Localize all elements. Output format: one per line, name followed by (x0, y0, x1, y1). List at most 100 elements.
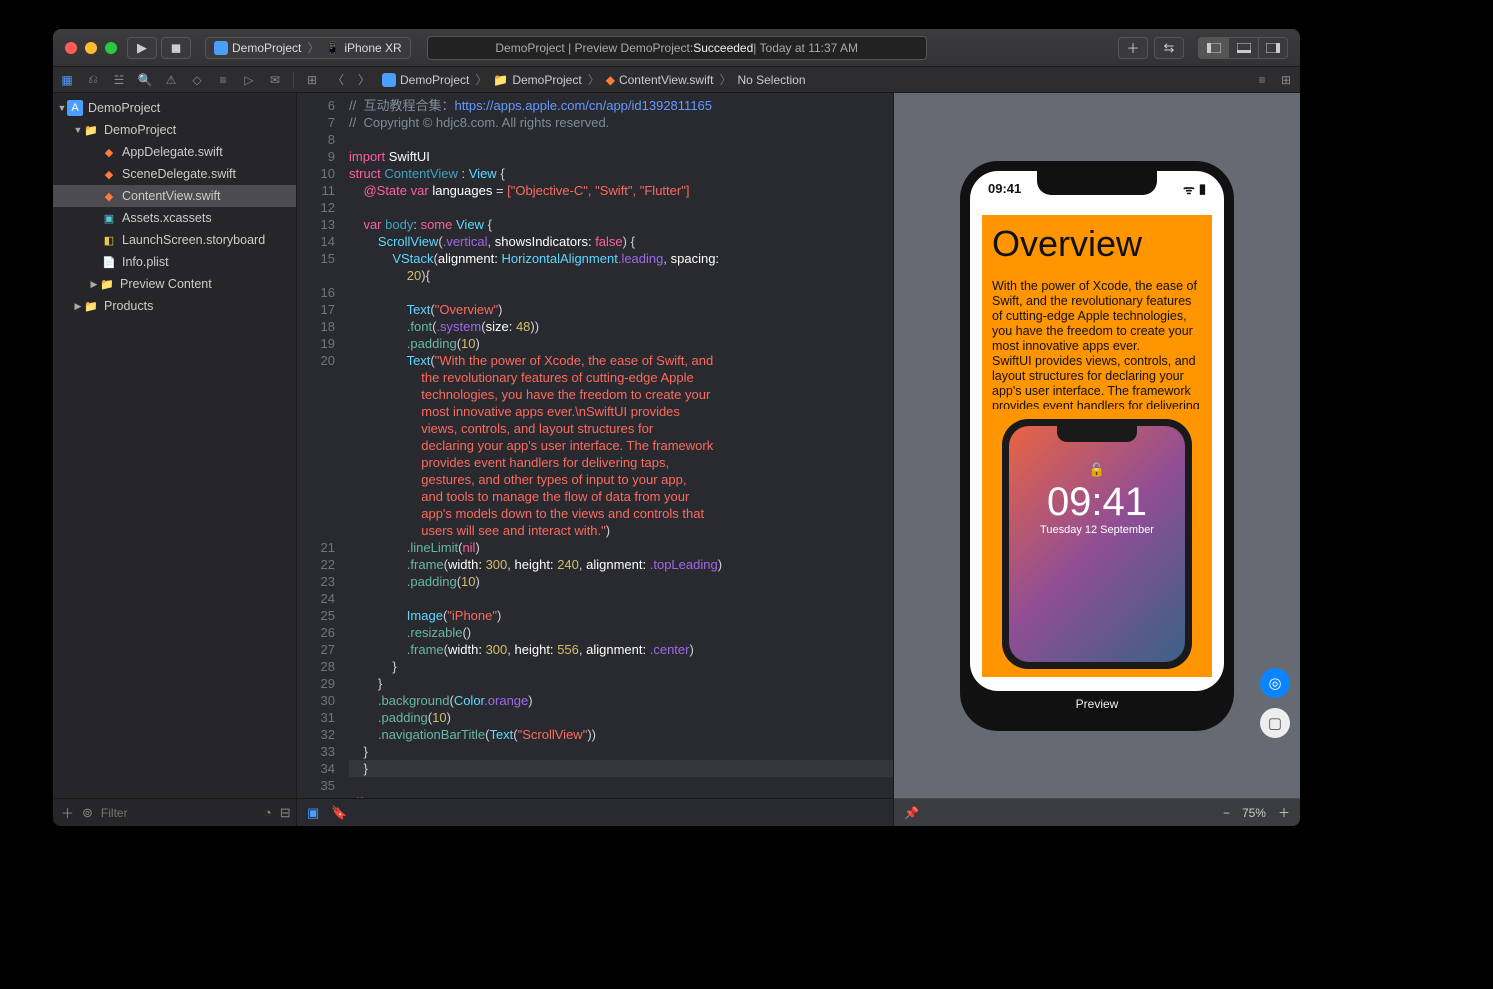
tree-file-row[interactable]: ◆ SceneDelegate.swift (53, 163, 296, 185)
tree-file-row[interactable]: 📄 Info.plist (53, 251, 296, 273)
battery-icon: ▮ (1199, 181, 1206, 197)
lock-icon: 🔓 (1089, 462, 1105, 478)
tree-file-label: SceneDelegate.swift (122, 167, 236, 181)
tree-folder-label: Products (104, 299, 153, 313)
device-frame: 09:41 ᯤ▮ Overview With the power of Xcod… (960, 161, 1234, 731)
zoom-out-button[interactable]: − (1223, 806, 1230, 820)
tree-folder-row[interactable]: ▶📁Products (53, 295, 296, 317)
scheme-app-label: DemoProject (232, 41, 301, 55)
source-text[interactable]: // 互动教程合集：https://apps.apple.com/cn/app/… (345, 93, 893, 798)
tree-file-label: Assets.xcassets (122, 211, 212, 225)
minimize-window-button[interactable] (85, 42, 97, 54)
tag-icon[interactable]: 🔖 (331, 805, 347, 821)
inner-phone-screen: 🔓 09:41 Tuesday 12 September (1009, 426, 1185, 662)
swift-icon: ◆ (101, 144, 117, 160)
tree-file-row[interactable]: ▣Assets.xcassets (53, 207, 296, 229)
wifi-icon: ᯤ (1183, 180, 1195, 198)
breakpoint-navigator-tab[interactable]: ▷ (241, 72, 257, 88)
forward-button[interactable]: 〉 (356, 72, 372, 88)
crumb-folder[interactable]: DemoProject (512, 73, 581, 87)
lock-date: Tuesday 12 September (1040, 524, 1154, 536)
activity-status: DemoProject | Preview DemoProject: Succe… (427, 36, 927, 60)
crumb-project[interactable]: DemoProject (400, 73, 469, 87)
close-window-button[interactable] (65, 42, 77, 54)
zoom-in-button[interactable]: ＋ (1278, 804, 1290, 821)
tree-file-row-selected[interactable]: ◆ ContentView.swift (53, 185, 296, 207)
folder-icon: 📁 (99, 276, 115, 292)
add-file-button[interactable]: ＋ (61, 803, 74, 822)
status-time: 09:41 (988, 181, 1021, 196)
canvas-toggle-icon[interactable]: ▣ (307, 805, 319, 821)
tree-file-row[interactable]: ◧ LaunchScreen.storyboard (53, 229, 296, 251)
swift-icon: ◆ (101, 188, 117, 204)
folder-icon: 📁 (83, 298, 99, 314)
tree-file-label: LaunchScreen.storyboard (122, 233, 265, 247)
editor-footer: ▣ 🔖 (297, 798, 893, 826)
tree-project-row[interactable]: ▼ADemoProject (53, 97, 296, 119)
back-button[interactable]: 〈 (330, 72, 346, 88)
tree-file-label: AppDelegate.swift (122, 145, 223, 159)
toggle-debug-button[interactable] (1228, 37, 1258, 59)
tree-project-label: DemoProject (88, 101, 160, 115)
tab-bar: ▦ ⎌ ☱ 🔍 ⚠ ◇ ≡ ▷ ✉ ⊞ 〈 〉 DemoProject 〉 📁 … (53, 67, 1300, 93)
adjust-editor-icon[interactable]: ⊞ (1278, 72, 1294, 88)
swift-icon: ◆ (101, 166, 117, 182)
pin-preview-button[interactable]: 📌 (904, 806, 919, 820)
inner-notch (1057, 426, 1137, 442)
code-area[interactable]: 6789101112131415 1617181920 212223242526… (297, 93, 893, 798)
navigator-footer: ＋ ⊚ ◔ ⊟ (53, 798, 296, 826)
chevron-right-icon: 〉 (307, 39, 319, 56)
recent-filter-button[interactable]: ◔ (264, 805, 272, 820)
live-preview-button[interactable]: ◎ (1260, 668, 1290, 698)
scheme-device-label: iPhone XR (344, 41, 401, 55)
tree-file-row[interactable]: ◆ AppDelegate.swift (53, 141, 296, 163)
scroll-content: Overview With the power of Xcode, the ea… (982, 215, 1212, 677)
line-gutter: 6789101112131415 1617181920 212223242526… (297, 93, 345, 798)
titlebar-right: ＋ ⇆ (1118, 37, 1288, 59)
tree-folder-row[interactable]: ▶📁Preview Content (53, 273, 296, 295)
plist-icon: 📄 (101, 254, 117, 270)
toggle-navigator-button[interactable] (1198, 37, 1228, 59)
status-time: | Today at 11:37 AM (753, 41, 858, 55)
symbol-navigator-tab[interactable]: ☱ (111, 72, 127, 88)
toggle-inspector-button[interactable] (1258, 37, 1288, 59)
filter-input[interactable] (101, 806, 256, 820)
editor-layout-icon[interactable]: ≡ (1254, 72, 1270, 88)
add-button[interactable]: ＋ (1118, 37, 1148, 59)
source-control-tab[interactable]: ⎌ (85, 72, 101, 88)
find-navigator-tab[interactable]: 🔍 (137, 72, 153, 88)
crumb-file[interactable]: ContentView.swift (619, 73, 714, 87)
scm-filter-button[interactable]: ⊟ (280, 805, 291, 821)
project-icon: A (67, 100, 83, 116)
related-items-button[interactable]: ⊞ (304, 72, 320, 88)
overview-text: With the power of Xcode, the ease of Swi… (992, 279, 1202, 409)
maximize-window-button[interactable] (105, 42, 117, 54)
tree-folder-label: Preview Content (120, 277, 212, 291)
report-navigator-tab[interactable]: ✉ (267, 72, 283, 88)
source-editor: 6789101112131415 1617181920 212223242526… (297, 93, 893, 826)
project-icon (382, 73, 396, 87)
scheme-selector[interactable]: DemoProject 〉 📱 iPhone XR (205, 37, 411, 59)
device-notch (1037, 171, 1157, 195)
zoom-level: 75% (1242, 806, 1266, 820)
tree-folder-row[interactable]: ▼📁DemoProject (53, 119, 296, 141)
library-button[interactable]: ⇆ (1154, 37, 1184, 59)
inspect-preview-button[interactable]: ▢ (1260, 708, 1290, 738)
overview-title: Overview (992, 223, 1202, 265)
storyboard-icon: ◧ (101, 232, 117, 248)
swift-icon: ◆ (606, 73, 615, 87)
crumb-selection[interactable]: No Selection (737, 73, 805, 87)
canvas-viewport[interactable]: 09:41 ᯤ▮ Overview With the power of Xcod… (894, 93, 1300, 798)
issue-navigator-tab[interactable]: ⚠ (163, 72, 179, 88)
preview-canvas: 09:41 ᯤ▮ Overview With the power of Xcod… (893, 93, 1300, 826)
tree-file-label: ContentView.swift (122, 189, 220, 203)
debug-navigator-tab[interactable]: ≡ (215, 72, 231, 88)
stop-button[interactable]: ◼ (161, 37, 191, 59)
file-tree[interactable]: ▼ADemoProject ▼📁DemoProject ◆AppDelegate… (53, 93, 296, 798)
main-area: ▼ADemoProject ▼📁DemoProject ◆AppDelegate… (53, 93, 1300, 826)
project-navigator-tab[interactable]: ▦ (59, 72, 75, 88)
jump-bar[interactable]: DemoProject 〉 📁 DemoProject 〉 ◆ ContentV… (382, 71, 806, 88)
tree-file-label: Info.plist (122, 255, 169, 269)
test-navigator-tab[interactable]: ◇ (189, 72, 205, 88)
run-button[interactable]: ▶ (127, 37, 157, 59)
